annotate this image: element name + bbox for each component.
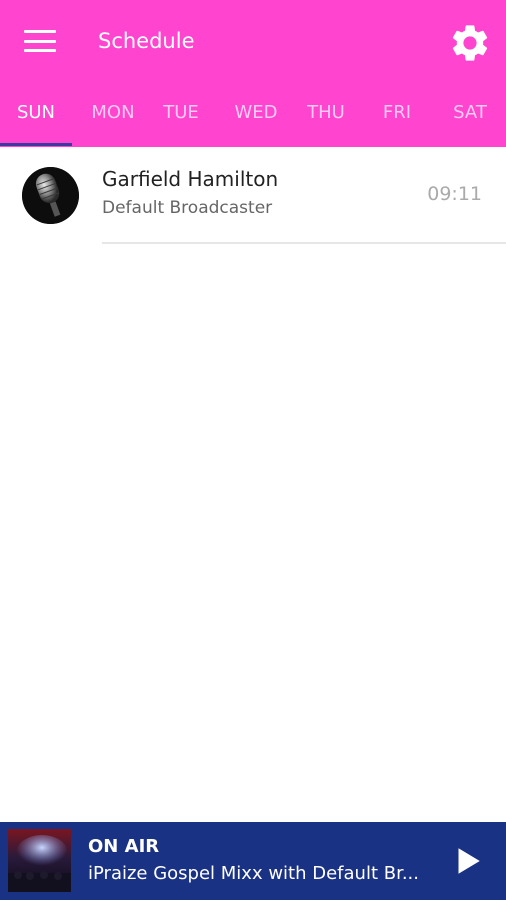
now-playing-bar[interactable]: ON AIR iPraize Gospel Mixx with Default … <box>0 822 506 900</box>
tab-sun[interactable]: SUN <box>0 92 72 147</box>
on-air-label: ON AIR <box>88 836 160 857</box>
tab-mon[interactable]: MON <box>77 92 149 147</box>
tab-tue[interactable]: TUE <box>145 92 217 147</box>
tab-fri[interactable]: FRI <box>361 92 433 147</box>
toolbar: Schedule <box>0 0 506 82</box>
hamburger-menu-icon[interactable] <box>20 26 60 56</box>
list-divider <box>102 242 506 244</box>
album-art-thumbnail <box>8 829 71 892</box>
gear-icon[interactable] <box>448 21 492 65</box>
tab-sat[interactable]: SAT <box>434 92 506 147</box>
day-tabs: SUN MON TUE WED THU FRI SAT <box>0 92 506 147</box>
tab-thu[interactable]: THU <box>290 92 362 147</box>
active-tab-indicator <box>0 143 72 146</box>
play-icon[interactable] <box>450 844 484 878</box>
microphone-icon <box>22 167 79 224</box>
now-playing-title: iPraize Gospel Mixx with Default Br... <box>88 863 419 884</box>
schedule-list-item[interactable]: Garfield Hamilton Default Broadcaster 09… <box>0 150 506 244</box>
schedule-subtitle: Default Broadcaster <box>102 198 273 218</box>
page-title: Schedule <box>98 29 195 53</box>
schedule-host-name: Garfield Hamilton <box>102 167 279 191</box>
tab-wed[interactable]: WED <box>220 92 292 147</box>
app-bar: Schedule SUN MON TUE WED THU FRI SAT <box>0 0 506 147</box>
schedule-time: 09:11 <box>427 183 482 205</box>
